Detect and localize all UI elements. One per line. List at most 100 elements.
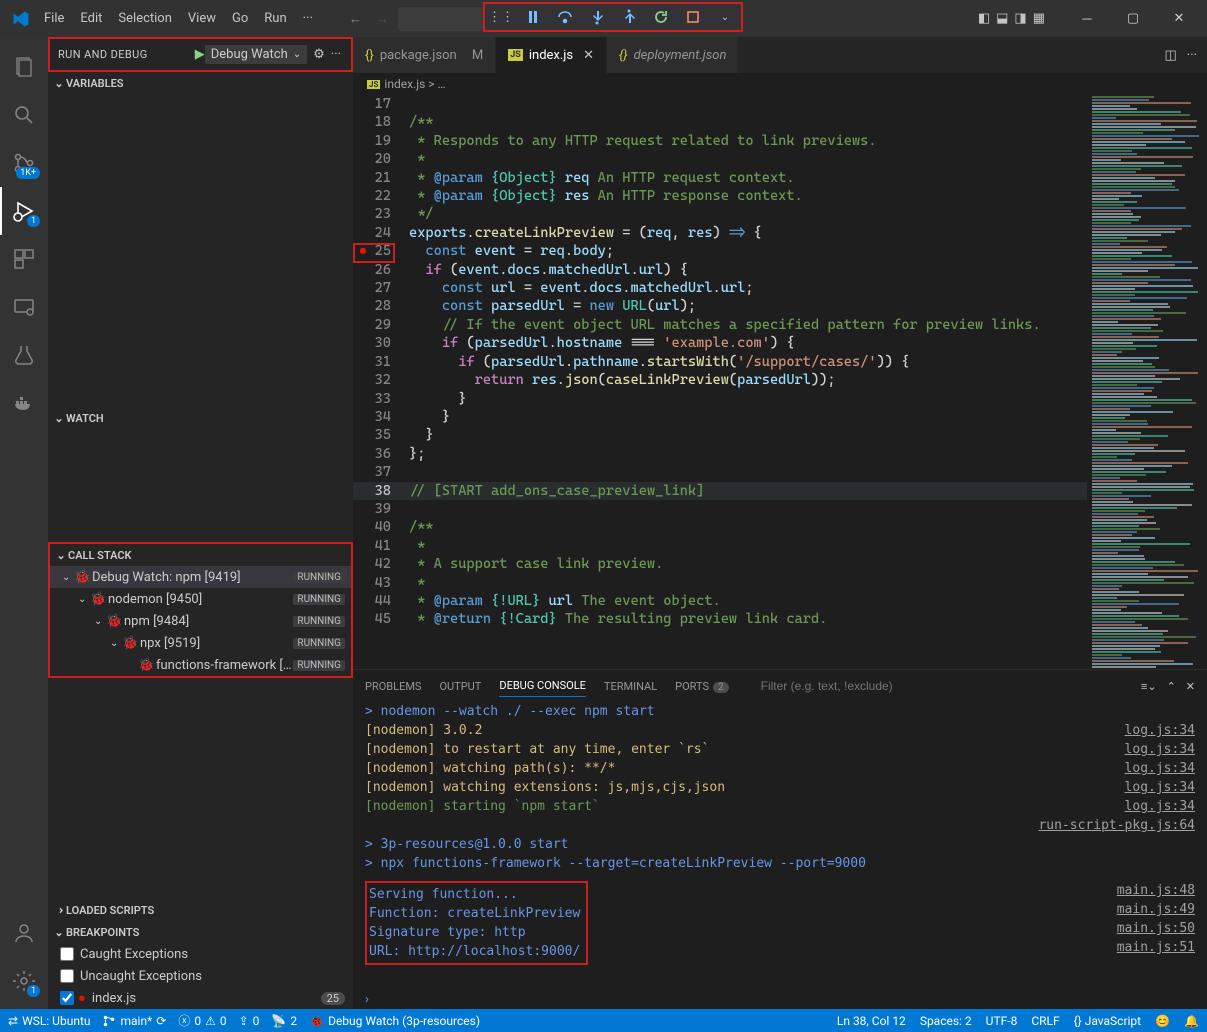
editor-area: {}package.json M JSindex.js✕ {}deploymen… xyxy=(353,37,1207,1009)
panel-debug-console[interactable]: DEBUG CONSOLE xyxy=(499,675,586,697)
breadcrumb[interactable]: JS index.js > … xyxy=(353,73,1207,95)
tab-deployment-json[interactable]: {}deployment.json xyxy=(607,37,739,73)
console-filter-input[interactable] xyxy=(761,679,1021,693)
callstack-row[interactable]: ⌄ 🐞Debug Watch: npm [9419]RUNNING xyxy=(50,566,351,588)
drag-handle-icon[interactable]: ⋮⋮ xyxy=(491,7,511,27)
callstack-row[interactable]: ⌄ 🐞npx [9519]RUNNING xyxy=(50,632,351,654)
activity-remote[interactable] xyxy=(0,283,48,331)
activity-debug[interactable]: 1 xyxy=(0,187,48,235)
panel-problems[interactable]: PROBLEMS xyxy=(365,676,421,697)
activity-testing[interactable] xyxy=(0,331,48,379)
bp-file[interactable]: ●index.js25 xyxy=(48,987,353,1009)
status-ports[interactable]: ⇪ 0 xyxy=(239,1014,260,1028)
layout-right-icon[interactable]: ◨ xyxy=(1014,11,1026,26)
step-out-icon[interactable] xyxy=(619,7,639,27)
stop-icon[interactable] xyxy=(683,7,703,27)
debug-config-select[interactable]: Debug Watch⌄ xyxy=(205,45,307,64)
menu-view[interactable]: View xyxy=(180,7,224,30)
activity-scm[interactable]: 1K+ xyxy=(0,139,48,187)
variables-header[interactable]: ⌄VARIABLES xyxy=(48,72,353,94)
sidebar-title: RUN AND DEBUG xyxy=(58,48,195,61)
activity-extensions[interactable] xyxy=(0,235,48,283)
pause-icon[interactable] xyxy=(523,7,543,27)
bp-uncaught[interactable]: Uncaught Exceptions xyxy=(48,965,353,987)
activity-docker[interactable] xyxy=(0,379,48,427)
layout-bottom-icon[interactable]: ⬓ xyxy=(996,11,1008,26)
sidebar: RUN AND DEBUG ▶ Debug Watch⌄ ⚙ ··· ⌄VARI… xyxy=(48,37,353,1009)
app-menu: File Edit Selection View Go Run ··· xyxy=(0,7,321,30)
menu-selection[interactable]: Selection xyxy=(110,7,179,30)
status-lang[interactable]: {} JavaScript xyxy=(1074,1014,1141,1028)
tab-more-icon[interactable]: ··· xyxy=(1187,48,1197,63)
panel: PROBLEMS OUTPUT DEBUG CONSOLE TERMINAL P… xyxy=(353,669,1207,1009)
nav-fwd-icon[interactable]: → xyxy=(376,11,389,27)
callstack-row[interactable]: ⌄ 🐞nodemon [9450]RUNNING xyxy=(50,588,351,610)
panel-terminal[interactable]: TERMINAL xyxy=(604,676,657,697)
title-bar: File Edit Selection View Go Run ··· ← → … xyxy=(0,0,1207,37)
activity-explorer[interactable] xyxy=(0,43,48,91)
menu-more[interactable]: ··· xyxy=(295,7,321,30)
panel-close-icon[interactable]: ✕ xyxy=(1186,680,1195,693)
menu-go[interactable]: Go xyxy=(224,7,256,30)
callstack-row[interactable]: ⌄ 🐞npm [9484]RUNNING xyxy=(50,610,351,632)
status-problems[interactable]: ⓧ 0 ⚠ 0 xyxy=(178,1012,226,1029)
console-prompt[interactable]: › xyxy=(353,990,1207,1009)
nav-arrows: ← → xyxy=(349,11,389,27)
restart-icon[interactable] xyxy=(651,7,671,27)
step-into-icon[interactable] xyxy=(587,7,607,27)
loaded-scripts-header[interactable]: ⌄LOADED SCRIPTS xyxy=(48,899,353,921)
tab-package-json[interactable]: {}package.json M xyxy=(353,37,496,73)
status-feedback-icon[interactable]: 😊 xyxy=(1155,1014,1170,1028)
debug-badge: 1 xyxy=(27,215,40,227)
settings-badge: 1 xyxy=(27,985,40,997)
panel-output[interactable]: OUTPUT xyxy=(439,676,481,697)
minimize-icon[interactable]: ─ xyxy=(1067,4,1107,34)
run-debug-header: RUN AND DEBUG ▶ Debug Watch⌄ ⚙ ··· xyxy=(48,37,353,72)
split-editor-icon[interactable]: ◫ xyxy=(1165,48,1177,63)
scm-badge: 1K+ xyxy=(16,167,40,179)
callstack-header[interactable]: ⌄CALL STACK xyxy=(50,544,351,566)
status-spaces[interactable]: Spaces: 2 xyxy=(920,1014,972,1028)
tab-index-js[interactable]: JSindex.js✕ xyxy=(496,37,607,73)
close-icon[interactable]: ✕ xyxy=(1159,4,1199,34)
more-icon[interactable]: ··· xyxy=(331,47,341,62)
debug-toolbar: ⋮⋮ ⌄ xyxy=(483,2,743,32)
watch-header[interactable]: ⌄WATCH xyxy=(48,407,353,429)
status-eol[interactable]: CRLF xyxy=(1031,1014,1059,1028)
status-position[interactable]: Ln 38, Col 12 xyxy=(837,1014,906,1028)
maximize-icon[interactable]: ▢ xyxy=(1113,4,1153,34)
tab-bar: {}package.json M JSindex.js✕ {}deploymen… xyxy=(353,37,1207,73)
nav-back-icon[interactable]: ← xyxy=(349,11,362,27)
menu-run[interactable]: Run xyxy=(256,7,294,30)
activity-bar: 1K+ 1 1 xyxy=(0,37,48,1009)
tab-close-icon[interactable]: ✕ xyxy=(583,48,594,63)
breakpoints-header[interactable]: ⌄BREAKPOINTS xyxy=(48,921,353,943)
status-radio[interactable]: 📡 2 xyxy=(271,1014,297,1028)
status-bell-icon[interactable]: 🔔 xyxy=(1184,1014,1199,1028)
layout-left-icon[interactable]: ◧ xyxy=(978,11,990,26)
menu-edit[interactable]: Edit xyxy=(72,7,110,30)
status-debug[interactable]: 🐞 Debug Watch (3p-resources) xyxy=(309,1014,480,1028)
activity-settings[interactable]: 1 xyxy=(0,957,48,1005)
filter-icon[interactable]: ≡⌄ xyxy=(1141,680,1157,693)
menu-file[interactable]: File xyxy=(36,7,72,30)
callstack-row[interactable]: 🐞functions-framework [954…RUNNING xyxy=(50,654,351,676)
activity-search[interactable] xyxy=(0,91,48,139)
panel-ports[interactable]: PORTS2 xyxy=(675,676,729,697)
gear-icon[interactable]: ⚙ xyxy=(313,47,325,62)
bp-caught[interactable]: Caught Exceptions xyxy=(48,943,353,965)
status-branch[interactable]: main*⟳ xyxy=(102,1014,166,1028)
minimap[interactable] xyxy=(1087,95,1207,669)
layout-grid-icon[interactable]: ▦ xyxy=(1033,11,1045,26)
status-encoding[interactable]: UTF-8 xyxy=(986,1014,1018,1028)
debug-config-chevron-icon[interactable]: ⌄ xyxy=(715,7,735,27)
status-remote[interactable]: ⇄WSL: Ubuntu xyxy=(8,1014,90,1028)
start-debug-icon[interactable]: ▶ xyxy=(195,47,205,62)
debug-console-output[interactable]: > nodemon --watch ./ --exec npm start[no… xyxy=(353,702,1207,990)
activity-account[interactable] xyxy=(0,909,48,957)
code-editor[interactable]: 1718/**19 * Responds to any HTTP request… xyxy=(353,95,1087,669)
step-over-icon[interactable] xyxy=(555,7,575,27)
status-bar: ⇄WSL: Ubuntu main*⟳ ⓧ 0 ⚠ 0 ⇪ 0 📡 2 🐞 De… xyxy=(0,1009,1207,1032)
panel-chevron-icon[interactable]: ⌃ xyxy=(1167,680,1176,693)
vscode-logo-icon xyxy=(12,10,30,28)
